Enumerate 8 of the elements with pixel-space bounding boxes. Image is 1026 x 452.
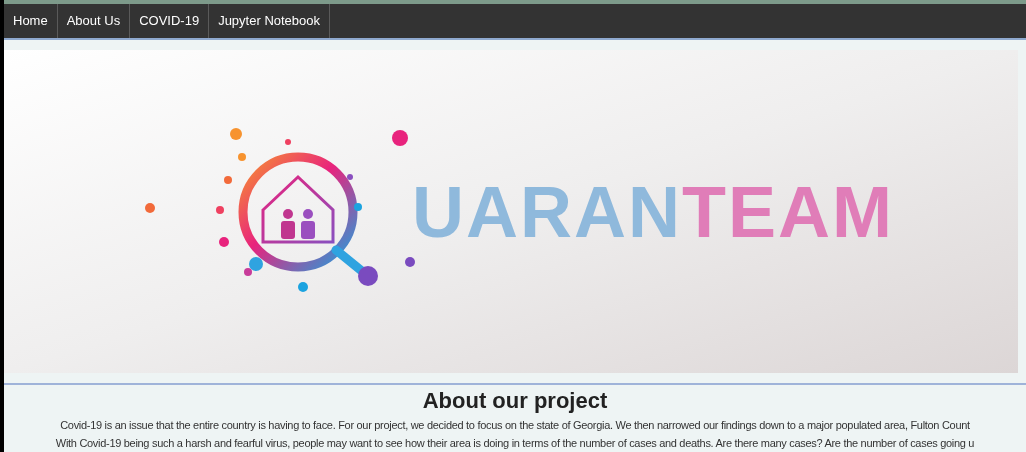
paragraph-line: Covid-19 is an issue that the entire country is having to face. For our project, we decided to focus on the state of Georgia. We then narrowed our findings down to a major populated area, Fulton Count — [60, 418, 970, 433]
nav-link[interactable]: Jupyter Notebook — [209, 3, 331, 38]
nav-link[interactable]: COVID-19 — [130, 3, 210, 38]
nav-link[interactable]: About Us — [57, 3, 131, 38]
logo-wordmark: UARANTEAM — [412, 175, 894, 248]
paragraph-line: With Covid-19 being such a harsh and fearful virus, people may want to see how their area is doing in terms of the number of cases and deaths. Are there many cases? Are the number of cases going u — [55, 436, 975, 451]
nav-link[interactable]: Home — [4, 3, 58, 38]
section-heading: About our project — [422, 387, 608, 415]
